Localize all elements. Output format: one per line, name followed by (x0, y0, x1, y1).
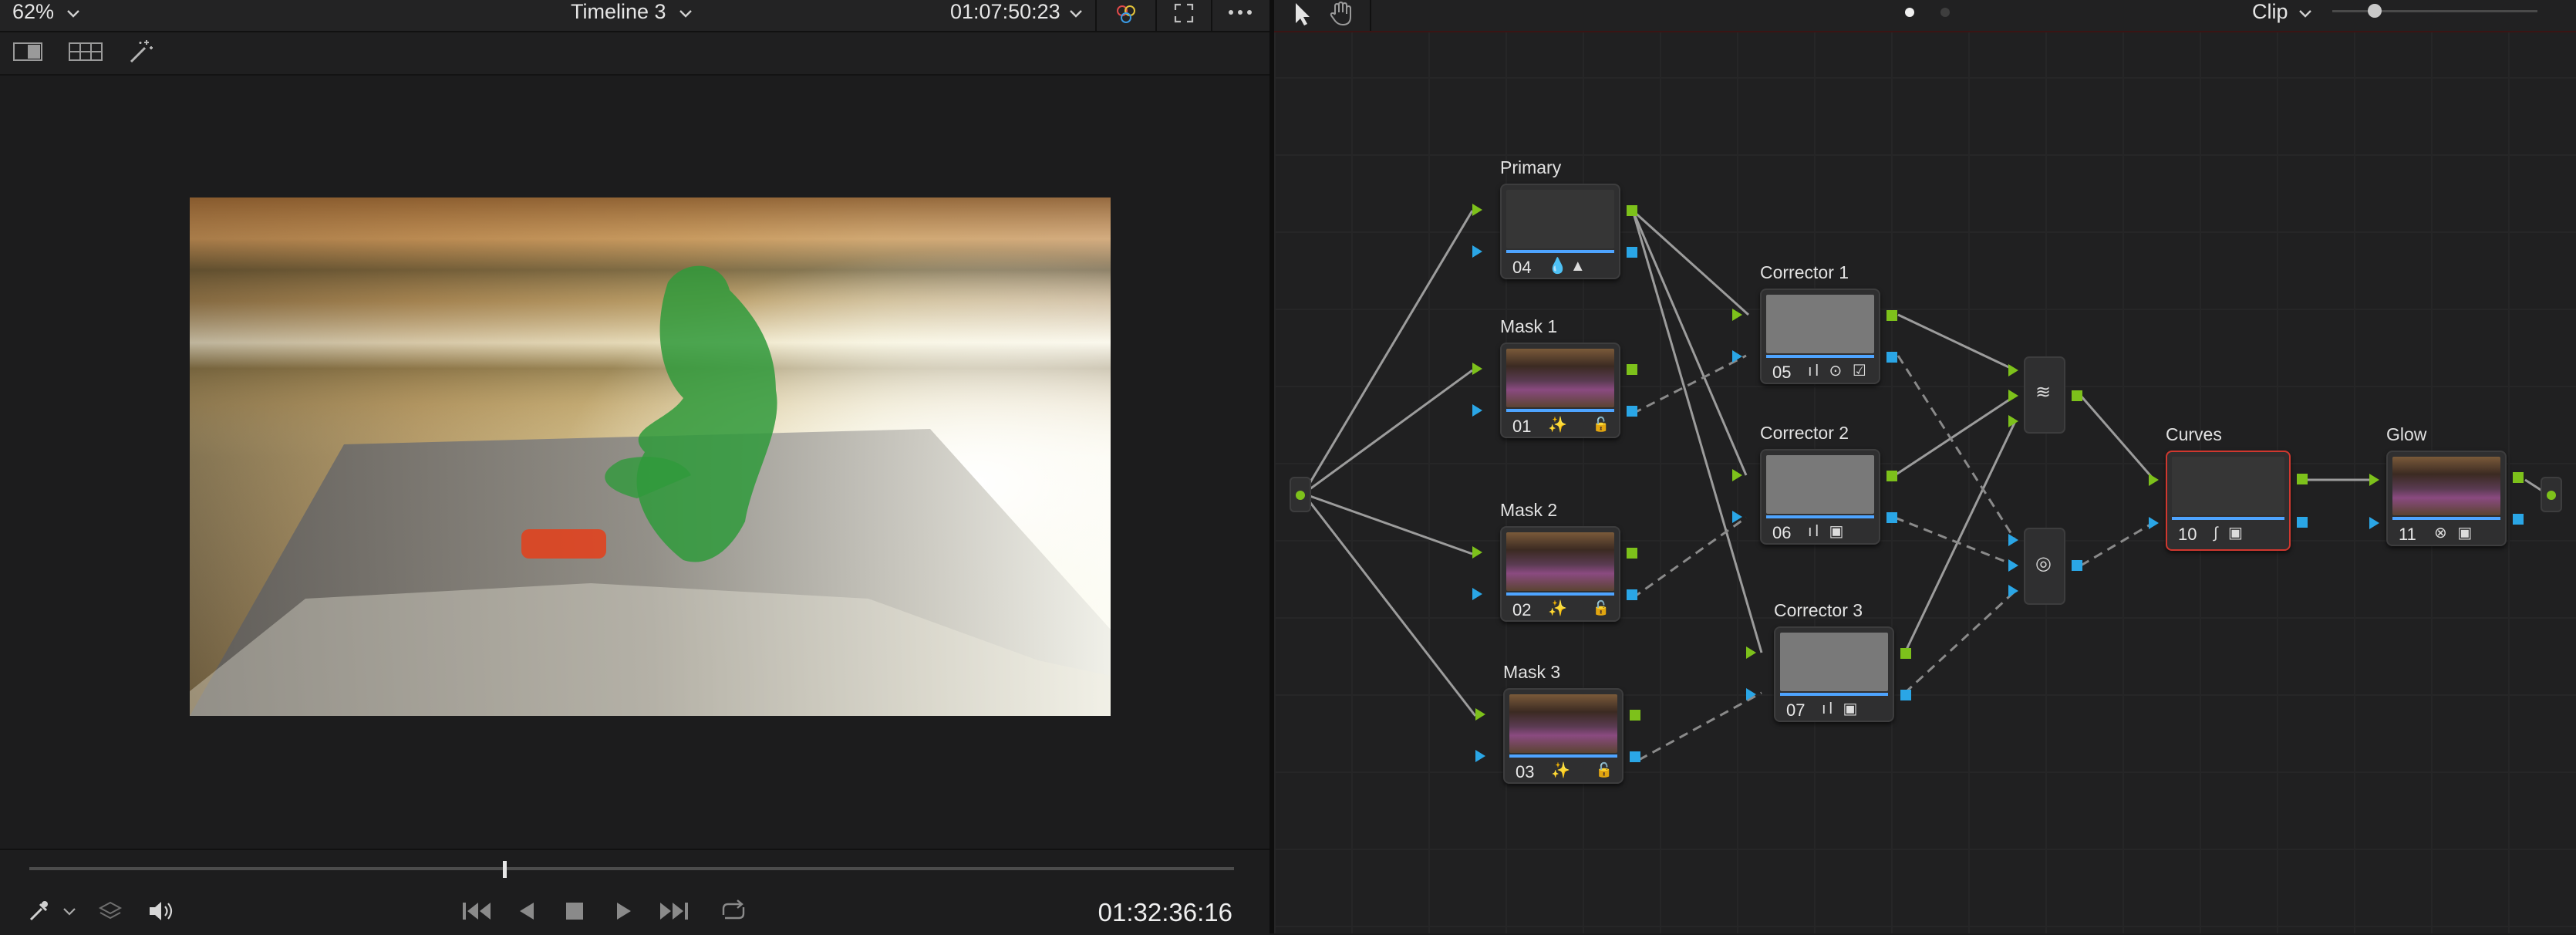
node-number: 11 (2399, 525, 2416, 544)
node-label: Mask 1 (1500, 316, 1558, 336)
node-number: 04 (1512, 258, 1532, 277)
playhead[interactable] (503, 861, 507, 878)
skip-forward-icon[interactable] (657, 900, 691, 923)
chevron-down-icon[interactable] (65, 5, 82, 22)
node-label: Corrector 1 (1760, 262, 1849, 282)
node-number: 03 (1516, 762, 1535, 781)
viewer-image (190, 197, 1111, 716)
node-corrector-2[interactable]: Corrector 2 06 ıl ▣ (1732, 423, 1897, 545)
node-glow[interactable]: Glow 11 ⊗ ▣ (2369, 424, 2524, 546)
node-number: 05 (1772, 363, 1792, 382)
timeline-title[interactable]: Timeline 3 (571, 0, 666, 31)
node-label: Glow (2386, 424, 2427, 444)
motion-blur-frame (190, 197, 1111, 716)
node-connections (1302, 209, 2547, 761)
node-label: Mask 2 (1500, 500, 1558, 520)
node-mask-1[interactable]: Mask 1 01 ✨ 🔓 (1472, 316, 1637, 438)
node-label: Curves (2166, 424, 2222, 444)
source-timecode: 01:07:50:23 (950, 0, 1060, 23)
node-corrector-3[interactable]: Corrector 3 07 ıl ▣ (1746, 600, 1911, 722)
node-mask-3[interactable]: Mask 3 03 ✨ 🔓 (1475, 662, 1640, 784)
node-label: Corrector 3 (1774, 600, 1863, 620)
node-number: 06 (1772, 523, 1792, 542)
node-label: Primary (1500, 157, 1562, 177)
stop-icon[interactable] (563, 900, 586, 923)
layer-mixer-icon: ≋ (2035, 382, 2052, 403)
transport-bar: 01:32:36:16 (0, 849, 1269, 935)
grid-viewer-icon[interactable] (68, 40, 103, 63)
node-label: Corrector 2 (1760, 423, 1849, 443)
magic-mask-icon: ✨ (1548, 600, 1570, 617)
layers-icon[interactable] (97, 898, 123, 924)
chevron-down-icon[interactable] (1067, 5, 1084, 22)
play-icon[interactable] (612, 900, 636, 923)
play-reverse-icon[interactable] (515, 900, 538, 923)
viewer-panel: 62% Timeline 3 01:07:50:23 01:32:36:16 (0, 0, 1269, 935)
fx-icons: ⊗ ▣ (2434, 525, 2476, 542)
magic-mask-icon: ✨ (1551, 762, 1573, 779)
expand-icon[interactable] (1172, 2, 1195, 25)
magic-mask-icon: ✨ (1548, 417, 1570, 434)
node-number: 02 (1512, 600, 1532, 619)
key-mixer-node[interactable]: ◎ (2024, 528, 2065, 605)
node-curves[interactable]: Curves 10 ∫ ▣ (2149, 424, 2308, 551)
key-mixer-icon: ◎ (2035, 553, 2052, 574)
lock-icon: 🔓 (1592, 417, 1610, 432)
tool-icons: ıl ⊙ ☑ (1808, 363, 1870, 380)
magic-wand-icon[interactable] (126, 39, 154, 66)
node-graph-panel[interactable]: Clip Primary 04 💧▲ Mask 1 01 ✨ 🔓 Mask 2 … (1274, 0, 2576, 933)
speaker-icon[interactable] (147, 898, 176, 924)
zoom-level[interactable]: 62% (12, 0, 54, 31)
chevron-down-icon[interactable] (62, 904, 77, 920)
node-number: 10 (2178, 525, 2197, 544)
clip-input-node[interactable] (1290, 477, 1311, 512)
viewer-topbar: 62% Timeline 3 01:07:50:23 (0, 0, 1269, 32)
node-number: 07 (1786, 700, 1806, 720)
scrubber-track[interactable] (29, 867, 1234, 870)
node-label: Mask 3 (1503, 662, 1561, 682)
viewer-toolbar (0, 32, 1269, 76)
lock-icon: 🔓 (1592, 600, 1610, 616)
node-mask-2[interactable]: Mask 2 02 ✨ 🔓 (1472, 500, 1637, 622)
node-corrector-1[interactable]: Corrector 1 05 ıl ⊙ ☑ (1732, 262, 1897, 384)
curves-icon: ∫ ▣ (2214, 525, 2246, 542)
node-primary[interactable]: Primary 04 💧▲ (1472, 157, 1637, 279)
tool-icons: ıl ▣ (1822, 700, 1861, 717)
node-number: 01 (1512, 417, 1532, 436)
record-timecode: 01:32:36:16 (1097, 898, 1232, 927)
single-viewer-icon[interactable] (12, 40, 43, 63)
layer-mixer-node[interactable]: ≋ (2024, 356, 2065, 434)
lock-icon: 🔓 (1595, 762, 1613, 778)
eyedropper-icon[interactable] (26, 898, 51, 923)
color-wheel-icon[interactable] (1114, 2, 1139, 26)
color-warper-icon: 💧▲ (1548, 258, 1589, 275)
skip-back-icon[interactable] (460, 900, 494, 923)
loop-icon[interactable] (717, 898, 750, 924)
clip-output-node[interactable] (2541, 477, 2562, 512)
more-options-icon[interactable] (1226, 5, 1254, 20)
tool-icons: ıl ▣ (1808, 523, 1847, 540)
chevron-down-icon[interactable] (677, 5, 694, 22)
